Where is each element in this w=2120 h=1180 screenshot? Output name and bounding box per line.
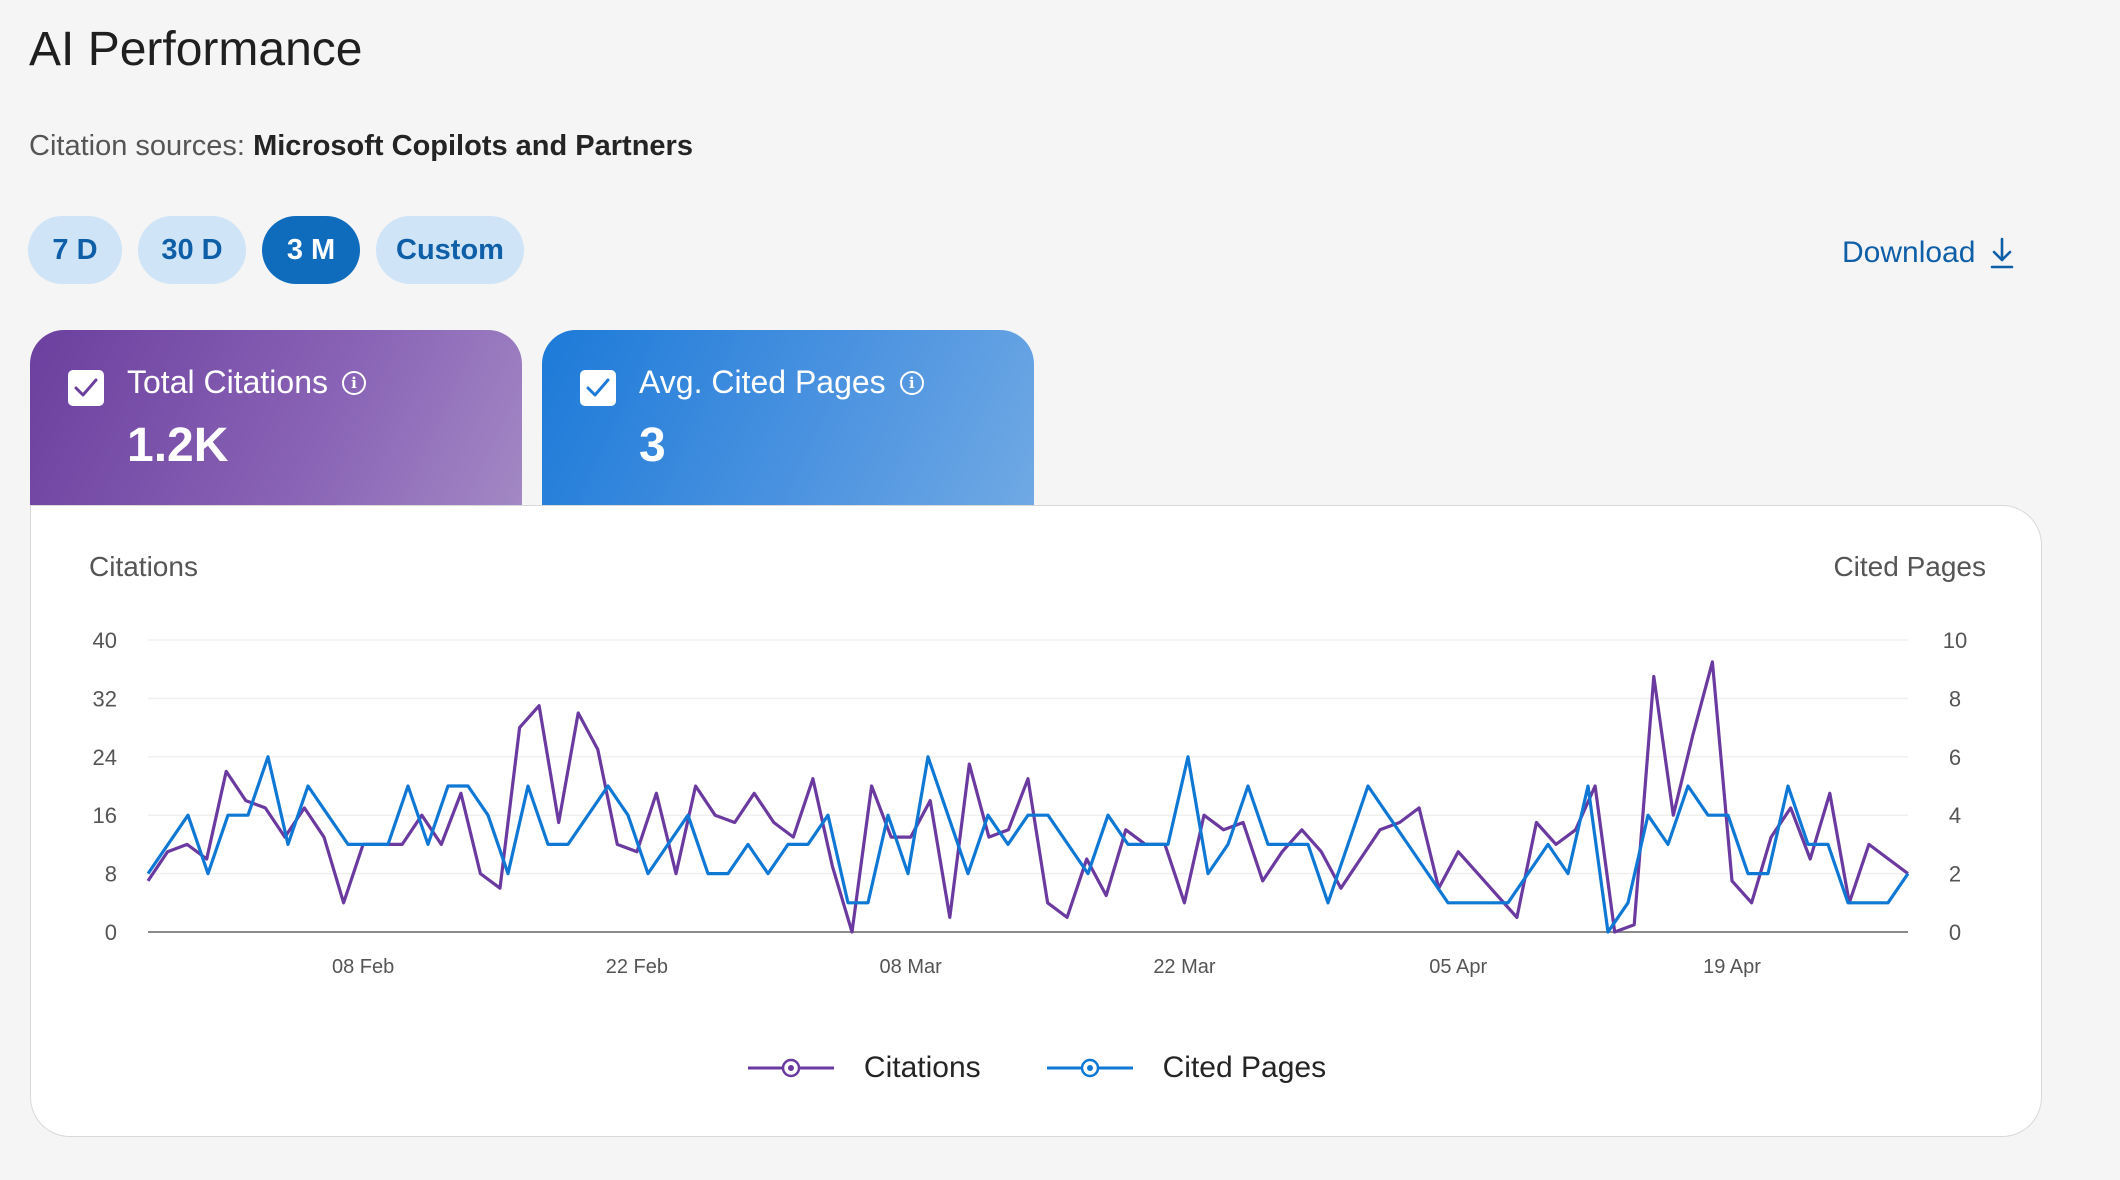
range-custom-button[interactable]: Custom — [376, 216, 524, 284]
chart-panel: Citations Cited Pages 0 8 16 24 32 40 0 2 4 6 8 10 08 … — [30, 505, 2042, 1137]
legend-marker-citations-icon — [747, 1058, 834, 1078]
download-label: Download — [1842, 236, 1976, 269]
legend-item-cited-pages[interactable]: Cited Pages — [1045, 1051, 1326, 1085]
avg-cited-pages-label: Avg. Cited Pages — [639, 364, 886, 400]
y-tick-label-left: 0 — [105, 920, 117, 945]
y-tick-label-left: 40 — [93, 628, 117, 653]
page-title: AI Performance — [29, 23, 363, 76]
x-tick-label: 22 Feb — [606, 956, 668, 978]
citation-sources-value: Microsoft Copilots and Partners — [253, 130, 693, 162]
y-tick-label-right: 8 — [1949, 686, 1961, 711]
info-icon[interactable]: i — [899, 370, 924, 395]
citation-sources-label: Citation sources: — [29, 130, 245, 162]
avg-cited-pages-checkbox[interactable] — [580, 370, 616, 406]
total-citations-value: 1.2K — [127, 419, 229, 472]
y-tick-label-right: 2 — [1949, 862, 1961, 887]
total-citations-label-row: Total Citations i — [127, 364, 366, 401]
legend-label-citations: Citations — [863, 1051, 981, 1084]
x-tick-label: 08 Feb — [332, 956, 394, 978]
y-tick-label-left: 8 — [105, 862, 117, 887]
x-tick-label: 22 Mar — [1153, 956, 1216, 978]
y-axis-label-right: Cited Pages — [1833, 551, 1986, 582]
y-tick-label-left: 16 — [93, 803, 117, 828]
download-arrow-icon — [1991, 237, 2014, 269]
range-7d-button[interactable]: 7 D — [28, 216, 122, 284]
y-tick-label-right: 0 — [1949, 920, 1961, 945]
citation-sources: Citation sources: Microsoft Copilots and… — [29, 130, 693, 163]
avg-cited-pages-value: 3 — [639, 419, 666, 472]
y-tick-label-left: 24 — [93, 745, 117, 770]
y-tick-label-right: 4 — [1949, 803, 1961, 828]
total-citations-checkbox[interactable] — [68, 370, 104, 406]
download-button[interactable]: Download — [1842, 236, 2015, 270]
checkmark-icon — [74, 378, 98, 397]
performance-chart: Citations Cited Pages0816243240024681008 … — [89, 551, 1986, 978]
avg-cited-pages-label-row: Avg. Cited Pages i — [639, 364, 924, 401]
legend-item-citations[interactable]: Citations — [746, 1051, 981, 1085]
x-tick-label: 05 Apr — [1429, 956, 1487, 978]
date-range-selector: 7 D 30 D 3 M Custom — [28, 216, 524, 284]
checkmark-icon — [586, 378, 610, 397]
avg-cited-pages-card[interactable]: Avg. Cited Pages i 3 — [542, 330, 1034, 506]
x-tick-label: 19 Apr — [1703, 956, 1761, 978]
total-citations-card[interactable]: Total Citations i 1.2K — [30, 330, 522, 506]
y-tick-label-right: 6 — [1949, 745, 1961, 770]
legend-label-cited-pages: Cited Pages — [1162, 1051, 1327, 1084]
y-tick-label-left: 32 — [93, 686, 117, 711]
total-citations-label: Total Citations — [127, 364, 328, 400]
range-30d-button[interactable]: 30 D — [138, 216, 246, 284]
range-3m-button[interactable]: 3 M — [262, 216, 360, 284]
legend-marker-cited-pages-icon — [1046, 1058, 1133, 1078]
y-axis-label-left: Citations — [89, 551, 198, 582]
y-tick-label-right: 10 — [1943, 628, 1967, 653]
info-icon[interactable]: i — [341, 370, 366, 395]
chart-legend: Citations Cited Pages — [31, 1051, 2041, 1085]
x-tick-label: 08 Mar — [880, 956, 943, 978]
